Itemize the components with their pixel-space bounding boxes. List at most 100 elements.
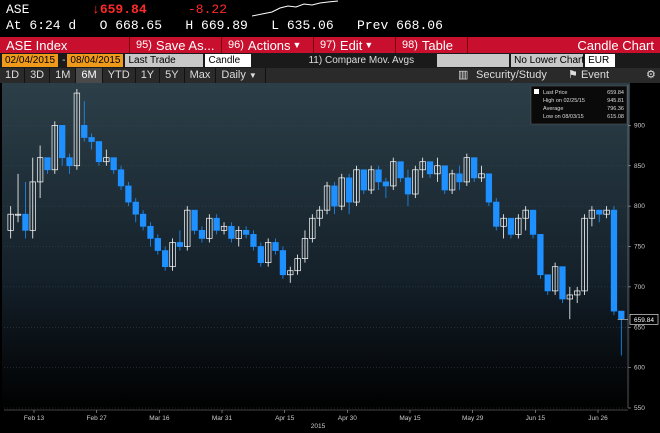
period-1m[interactable]: 1M xyxy=(50,68,77,83)
period-1y[interactable]: 1Y xyxy=(136,68,161,83)
candle-body xyxy=(250,234,257,247)
y-tick-label: 600 xyxy=(634,365,645,372)
legend-average-label: Average xyxy=(543,106,563,112)
y-axis: 550 600 650 700 750 800 850 900 xyxy=(627,85,645,412)
candle-body xyxy=(272,242,279,251)
period-ytd[interactable]: YTD xyxy=(103,68,136,83)
price-field-select[interactable]: Last Trade xyxy=(125,54,204,67)
candle-body xyxy=(610,209,618,312)
chart-title: Candle Chart xyxy=(468,37,660,53)
frequency-label: Daily xyxy=(221,69,246,81)
security-study-button[interactable]: Security/Study xyxy=(470,68,553,83)
candle-body xyxy=(228,225,235,239)
candle-body xyxy=(242,230,250,235)
lower-chart-select[interactable]: No Lower Chart xyxy=(511,54,584,67)
x-tick-label: Mar 16 xyxy=(149,415,170,422)
legend-last-price-label: Last Price xyxy=(543,90,567,96)
candle-body xyxy=(618,310,625,320)
edit-menu[interactable]: 97) Edit ▼ xyxy=(314,37,396,53)
x-tick-label: Jun 15 xyxy=(526,415,546,422)
last-price-label: 659.84 xyxy=(634,317,654,324)
chevron-down-icon: ▼ xyxy=(364,40,374,50)
intraday-sparkline xyxy=(252,0,339,17)
candle-body xyxy=(213,217,220,231)
candle-body xyxy=(66,157,73,167)
candle-body xyxy=(95,141,103,163)
security-symbol: ASE xyxy=(6,2,30,17)
last-price: ↓659.84 xyxy=(92,2,147,17)
frequency-select[interactable]: Daily ▼ xyxy=(216,68,267,83)
candle-body xyxy=(44,157,51,171)
candle-body xyxy=(559,266,566,300)
end-date-field[interactable]: 08/04/2015 xyxy=(67,54,124,67)
flag-icon: ⚑ xyxy=(568,69,578,81)
table-label: Table xyxy=(421,37,453,53)
candle-body xyxy=(279,250,287,276)
chart-type-select[interactable]: Candle xyxy=(205,54,252,67)
y-tick-label: 900 xyxy=(634,122,645,129)
y-tick-label: 800 xyxy=(634,203,645,210)
compare-dropdown[interactable] xyxy=(437,54,510,67)
period-6m[interactable]: 6M xyxy=(76,68,103,83)
legend-average-value: 796.36 xyxy=(607,106,624,112)
x-tick-label: May 29 xyxy=(462,415,484,422)
chevron-down-icon: ▼ xyxy=(292,40,302,50)
candle-body xyxy=(147,225,154,239)
quote-details: At 6:24 d O 668.65 H 669.89 L 635.06 Pre… xyxy=(6,18,443,33)
settings-icon: ⚙ xyxy=(646,69,656,81)
y-tick-label: 650 xyxy=(634,324,645,331)
candle-chart[interactable]: 550 600 650 700 750 800 850 900 Feb 13 Feb 27 Mar… xyxy=(0,83,660,433)
y-tick-label: 550 xyxy=(634,405,645,412)
chart-options-button[interactable]: ⚙ xyxy=(640,68,660,83)
x-tick-label: Mar 31 xyxy=(212,415,233,422)
period-max[interactable]: Max xyxy=(185,68,217,83)
actions-label: Actions xyxy=(247,37,291,53)
candle-body xyxy=(537,234,544,276)
candle-body xyxy=(176,242,184,247)
event-button[interactable]: ⚑ Event xyxy=(562,68,615,83)
period-buttons: 1D 3D 1M 6M YTD 1Y 5Y Max xyxy=(0,68,217,83)
candle-body xyxy=(441,165,448,191)
period-1d[interactable]: 1D xyxy=(0,68,26,83)
candle-body xyxy=(456,173,463,183)
period-bar: 1D 3D 1M 6M YTD 1Y 5Y Max Daily ▼ ▥ Security/St… xyxy=(0,68,660,83)
x-year-label: 2015 xyxy=(311,423,326,430)
x-tick-label: Apr 30 xyxy=(338,415,358,422)
candle-body xyxy=(162,250,169,268)
period-5y[interactable]: 5Y xyxy=(160,68,185,83)
legend-last-price-value: 659.84 xyxy=(607,90,624,96)
event-label: Event xyxy=(580,69,610,81)
currency-select[interactable]: EUR xyxy=(585,54,616,67)
legend-low-value: 615.08 xyxy=(607,114,624,120)
down-arrow-icon: ↓ xyxy=(92,2,100,17)
candle-body xyxy=(257,246,264,263)
y-tick-label: 700 xyxy=(634,284,645,291)
ticker-box[interactable]: ASE Index xyxy=(0,37,130,53)
legend-high-value: 945.81 xyxy=(607,98,624,104)
save-as-label: Save As... xyxy=(155,37,215,53)
save-as-number: 95) xyxy=(136,39,152,51)
actions-menu[interactable]: 96) Actions ▼ xyxy=(222,37,314,53)
candle-body xyxy=(191,209,198,231)
candle-body xyxy=(596,209,603,215)
candle-body xyxy=(154,238,161,251)
x-tick-label: Feb 13 xyxy=(24,415,45,422)
candle-body xyxy=(198,230,206,239)
candle-body xyxy=(110,157,117,171)
save-as-menu[interactable]: 95) Save As... xyxy=(130,37,222,53)
chart-title-label: Candle Chart xyxy=(577,37,654,53)
compare-button[interactable]: 11) Compare Mov. Avgs xyxy=(305,54,418,67)
y-tick-label: 850 xyxy=(634,163,645,170)
edit-label: Edit xyxy=(339,37,363,53)
candle-body xyxy=(88,137,95,142)
bar-chart-icon: ▥ xyxy=(458,69,469,81)
period-3d[interactable]: 3D xyxy=(25,68,51,83)
x-tick-label: Feb 27 xyxy=(87,415,108,422)
candle-body xyxy=(331,185,338,207)
ticker-label: ASE Index xyxy=(6,37,68,53)
table-menu[interactable]: 98) Table xyxy=(396,37,468,53)
last-price-value: 659.84 xyxy=(99,2,147,17)
start-date-field[interactable]: 02/04/2015 xyxy=(2,54,59,67)
x-tick-label: May 15 xyxy=(399,415,421,422)
candle-body xyxy=(382,181,390,187)
